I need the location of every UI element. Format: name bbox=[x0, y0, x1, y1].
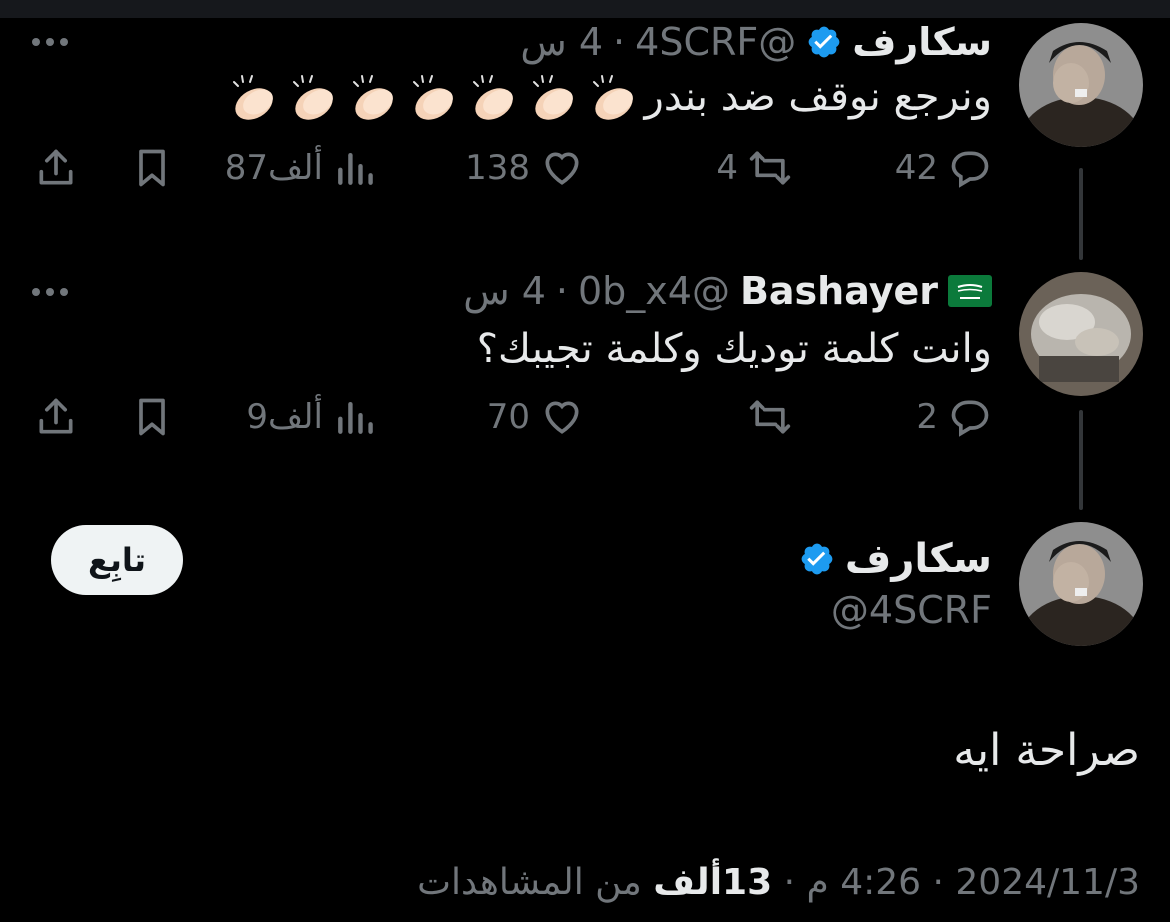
share-icon bbox=[39, 398, 73, 434]
reply-button[interactable]: 42 bbox=[895, 146, 992, 190]
separator-dot: · bbox=[555, 269, 568, 313]
more-options-icon[interactable] bbox=[32, 288, 68, 296]
views-label: من المشاهدات bbox=[417, 862, 642, 903]
bookmark-button[interactable] bbox=[130, 395, 174, 439]
separator-dot: · bbox=[772, 862, 796, 903]
handle[interactable]: @4SCRF bbox=[831, 588, 992, 632]
repost-button[interactable] bbox=[738, 395, 792, 439]
tweet-text: وانت كلمة توديك وكلمة تجيبك؟ bbox=[476, 326, 992, 372]
timestamp[interactable]: 4 س bbox=[463, 269, 546, 313]
views-button[interactable]: 87ألف bbox=[225, 146, 377, 190]
views-count: 87ألف bbox=[224, 148, 323, 188]
timestamp[interactable]: 4 س bbox=[520, 20, 603, 64]
share-icon bbox=[39, 149, 73, 185]
share-button[interactable] bbox=[34, 146, 78, 190]
bookmark-icon bbox=[139, 149, 165, 187]
handle[interactable]: @0b_x4 bbox=[578, 269, 730, 313]
display-name[interactable]: سكارف bbox=[845, 536, 992, 582]
handle[interactable]: @4SCRF bbox=[635, 20, 796, 64]
tweet-actions: 2 70 9ألف bbox=[0, 395, 1170, 445]
reply-button[interactable]: 2 bbox=[916, 395, 992, 439]
heart-icon bbox=[545, 401, 579, 434]
clapping-emoji-row bbox=[228, 72, 640, 122]
separator-dot: · bbox=[921, 862, 944, 903]
avatar[interactable] bbox=[1019, 522, 1143, 646]
views-button[interactable]: 9ألف bbox=[246, 395, 377, 439]
tweet-text: ونرجع نوقف ضد بندر bbox=[644, 74, 992, 120]
tweet-text: صراحة ايه bbox=[953, 725, 1140, 776]
like-button[interactable]: 138 bbox=[465, 146, 584, 190]
tweet-actions: 42 4 138 87ألف bbox=[0, 146, 1170, 196]
tweet-header: Bashayer @0b_x4 · 4 س bbox=[463, 269, 992, 313]
time[interactable]: 4:26 م bbox=[806, 862, 921, 903]
clapping-hands-icon bbox=[593, 75, 633, 120]
avatar-photo bbox=[1019, 23, 1143, 147]
reply-icon bbox=[951, 151, 989, 188]
main-author: سكارف bbox=[799, 536, 992, 582]
views-chart-icon bbox=[338, 401, 373, 434]
follow-button[interactable]: تابِع bbox=[51, 525, 183, 595]
clapping-hands-icon bbox=[413, 75, 453, 120]
like-count: 138 bbox=[465, 148, 530, 188]
display-name[interactable]: Bashayer bbox=[740, 269, 938, 313]
views-chart-icon bbox=[338, 152, 373, 185]
clapping-hands-icon bbox=[293, 75, 333, 120]
clapping-hands-icon bbox=[233, 75, 273, 120]
avatar[interactable] bbox=[1019, 23, 1143, 147]
clapping-hands-icon bbox=[473, 75, 513, 120]
repost-icon bbox=[749, 151, 791, 185]
avatar-photo bbox=[1019, 522, 1143, 646]
avatar-photo bbox=[1019, 272, 1143, 396]
like-button[interactable]: 70 bbox=[487, 395, 584, 439]
avatar[interactable] bbox=[1019, 272, 1143, 396]
reply-icon bbox=[951, 400, 989, 437]
repost-icon bbox=[749, 400, 791, 434]
clapping-hands-icon bbox=[353, 75, 393, 120]
heart-icon bbox=[545, 152, 579, 185]
repost-count: 4 bbox=[716, 148, 738, 188]
clapping-hands-icon bbox=[533, 75, 573, 120]
display-name[interactable]: سكارف bbox=[852, 20, 992, 64]
reply-count: 42 bbox=[894, 148, 938, 188]
views-count: 9ألف bbox=[246, 397, 323, 437]
views-count[interactable]: 13ألف bbox=[653, 862, 772, 903]
more-options-icon[interactable] bbox=[32, 38, 68, 46]
verified-badge-icon bbox=[801, 543, 833, 575]
reply-count: 2 bbox=[916, 397, 938, 437]
verified-badge-icon bbox=[808, 26, 840, 58]
saudi-flag-icon bbox=[948, 275, 992, 307]
repost-button[interactable]: 4 bbox=[716, 146, 792, 190]
like-count: 70 bbox=[486, 397, 530, 437]
tweet-header: سكارف @4SCRF · 4 س bbox=[520, 20, 992, 64]
date[interactable]: 2024/11/3 bbox=[955, 862, 1140, 903]
bookmark-icon bbox=[139, 398, 165, 436]
tweet-timestamp-line: 2024/11/3 · 4:26 م · 13ألف من المشاهدات bbox=[417, 862, 1140, 903]
top-bar bbox=[0, 0, 1170, 18]
separator-dot: · bbox=[613, 20, 626, 64]
share-button[interactable] bbox=[34, 395, 78, 439]
bookmark-button[interactable] bbox=[130, 146, 174, 190]
